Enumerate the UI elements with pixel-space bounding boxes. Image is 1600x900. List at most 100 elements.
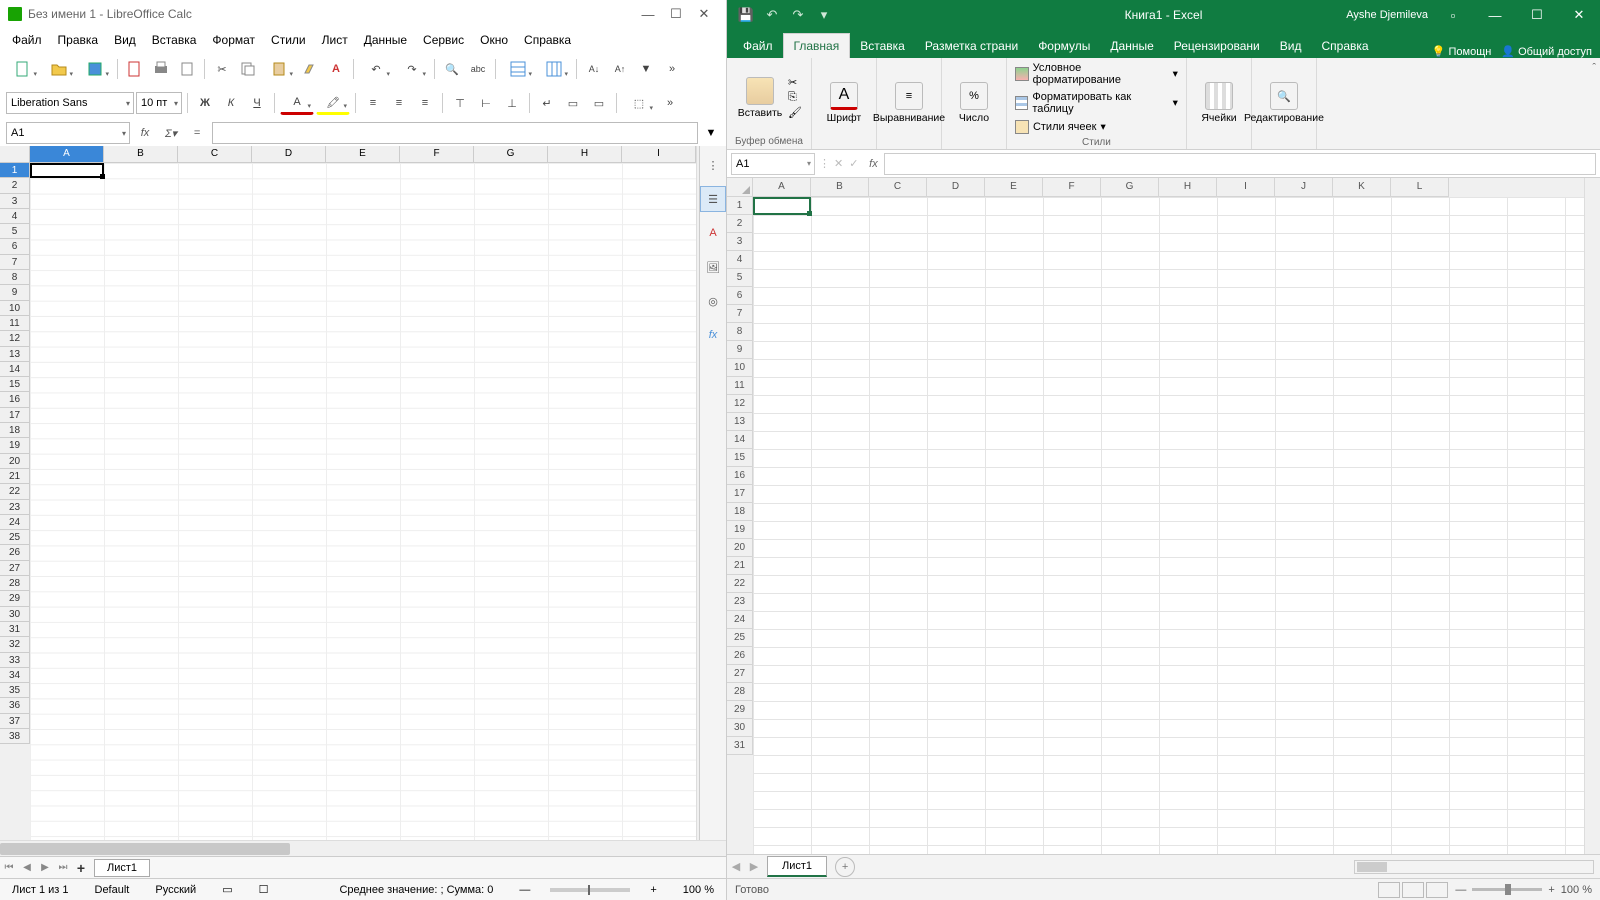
maximize-button[interactable]: ☐ [662,6,690,22]
col-F[interactable]: F [1043,178,1101,197]
column-headers[interactable]: ABCDEFGHI [30,146,696,163]
row-36[interactable]: 36 [0,698,30,713]
next-sheet-button[interactable]: ▶ [745,860,763,873]
zoom-out-button[interactable]: — [513,884,536,896]
cancel-icon[interactable]: ✕ [834,157,843,170]
row-31[interactable]: 31 [727,737,753,755]
col-button[interactable] [537,57,571,81]
print-preview-button[interactable] [175,57,199,81]
col-H[interactable]: H [1159,178,1217,197]
zoom-in-button[interactable]: + [644,884,662,896]
row-26[interactable]: 26 [727,647,753,665]
align-center-button[interactable]: ≡ [387,91,411,115]
col-E[interactable]: E [985,178,1043,197]
menu-Данные[interactable]: Данные [356,30,415,50]
menu-Правка[interactable]: Правка [50,30,107,50]
align-middle-button[interactable]: ⊢ [474,91,498,115]
row-14[interactable]: 14 [0,362,30,377]
row-6[interactable]: 6 [727,287,753,305]
horizontal-scrollbar[interactable] [0,840,726,856]
share-button[interactable]: 👤 Общий доступ [1501,45,1592,58]
col-E[interactable]: E [326,146,400,163]
cell-area[interactable] [753,197,1584,854]
row-9[interactable]: 9 [0,285,30,300]
menu-Сервис[interactable]: Сервис [415,30,472,50]
row-7[interactable]: 7 [727,305,753,323]
col-F[interactable]: F [400,146,474,163]
align-right-button[interactable]: ≡ [413,91,437,115]
row-1[interactable]: 1 [727,197,753,215]
select-all-corner[interactable] [0,146,30,163]
enter-icon[interactable]: ✓ [849,157,858,170]
row-29[interactable]: 29 [0,591,30,606]
row-22[interactable]: 22 [0,484,30,499]
sidebar-menu-icon[interactable]: ⋮ [700,152,726,178]
first-sheet-button[interactable]: ⏮ [0,862,18,873]
col-G[interactable]: G [1101,178,1159,197]
row-15[interactable]: 15 [727,449,753,467]
font-name-input[interactable]: Liberation Sans [6,92,134,114]
row-26[interactable]: 26 [0,545,30,560]
tab-Формулы[interactable]: Формулы [1028,34,1100,58]
copy-button[interactable] [236,57,260,81]
row-34[interactable]: 34 [0,668,30,683]
row-15[interactable]: 15 [0,377,30,392]
add-sheet-button[interactable]: + [835,857,855,877]
row-31[interactable]: 31 [0,622,30,637]
sheet-tab[interactable]: Лист1 [94,859,150,877]
undo-icon[interactable]: ↶ [761,4,783,26]
redo-icon[interactable]: ↷ [787,4,809,26]
tab-Разметка страни[interactable]: Разметка страни [915,34,1028,58]
row-33[interactable]: 33 [0,653,30,668]
row-13[interactable]: 13 [727,413,753,431]
cell-styles-button[interactable]: Стили ячеек ▾ [1015,119,1106,135]
next-sheet-button[interactable]: ▶ [36,862,54,873]
maximize-button[interactable]: ☐ [1520,7,1554,23]
zoom-slider[interactable] [1472,888,1542,891]
print-button[interactable] [149,57,173,81]
sort-asc-button[interactable]: A↑ [608,57,632,81]
properties-icon[interactable]: ☰ [700,186,726,212]
row-20[interactable]: 20 [0,454,30,469]
row-8[interactable]: 8 [0,270,30,285]
page-break-icon[interactable] [1426,882,1448,898]
row-2[interactable]: 2 [0,178,30,193]
tab-Справка[interactable]: Справка [1311,34,1378,58]
row-4[interactable]: 4 [727,251,753,269]
merge-button[interactable]: ▭ [561,91,585,115]
col-C[interactable]: C [178,146,252,163]
row-headers[interactable]: 1234567891011121314151617181920212223242… [727,197,753,854]
zoom-value[interactable]: 100 % [1561,884,1592,896]
new-button[interactable] [6,57,40,81]
row-18[interactable]: 18 [0,423,30,438]
col-J[interactable]: J [1275,178,1333,197]
col-B[interactable]: B [104,146,178,163]
cut-icon[interactable]: ✂ [788,76,802,89]
active-cell[interactable] [753,197,811,215]
paste-button[interactable] [262,57,296,81]
row-12[interactable]: 12 [727,395,753,413]
col-D[interactable]: D [252,146,326,163]
col-A[interactable]: A [30,146,104,163]
paste-button[interactable]: Вставить [736,77,784,119]
active-cell[interactable] [30,163,104,178]
currency-button[interactable]: ⬚ [622,91,656,115]
format-painter-icon[interactable]: 🖌 [788,106,802,119]
col-I[interactable]: I [622,146,696,163]
menu-Окно[interactable]: Окно [472,30,516,50]
zoom-slider[interactable] [550,888,630,892]
formula-input[interactable] [212,122,698,144]
horizontal-scrollbar[interactable] [1354,860,1594,874]
sort-button[interactable]: A↓ [582,57,606,81]
stats[interactable]: Среднее значение: ; Сумма: 0 [333,884,499,896]
row-17[interactable]: 17 [727,485,753,503]
align-left-button[interactable]: ≡ [361,91,385,115]
row-35[interactable]: 35 [0,683,30,698]
language[interactable]: Русский [149,884,202,896]
collapse-ribbon-icon[interactable]: ˆ [1592,62,1596,74]
more-button[interactable]: » [660,57,684,81]
spellcheck-button[interactable]: abc [466,57,490,81]
merge2-button[interactable]: ▭ [587,91,611,115]
row-23[interactable]: 23 [0,500,30,515]
cell-style[interactable]: Default [89,884,136,896]
